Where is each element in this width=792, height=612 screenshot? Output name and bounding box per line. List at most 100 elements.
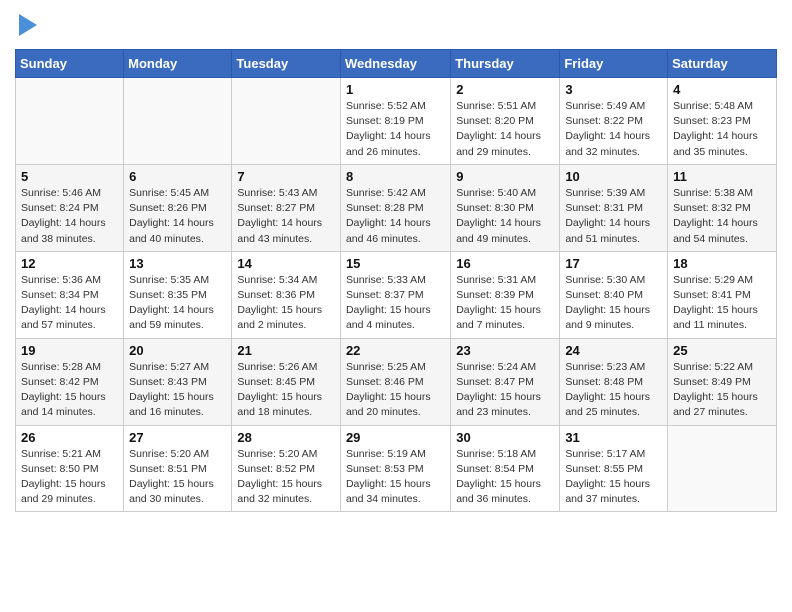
day-info: Sunrise: 5:25 AMSunset: 8:46 PMDaylight:… bbox=[346, 360, 445, 421]
day-info: Sunrise: 5:52 AMSunset: 8:19 PMDaylight:… bbox=[346, 99, 445, 160]
calendar-cell: 29 Sunrise: 5:19 AMSunset: 8:53 PMDayligh… bbox=[340, 425, 450, 512]
day-of-week-header: Wednesday bbox=[340, 50, 450, 78]
day-info: Sunrise: 5:23 AMSunset: 8:48 PMDaylight:… bbox=[565, 360, 662, 421]
calendar-cell: 26 Sunrise: 5:21 AMSunset: 8:50 PMDayligh… bbox=[16, 425, 124, 512]
day-info: Sunrise: 5:26 AMSunset: 8:45 PMDaylight:… bbox=[237, 360, 335, 421]
calendar-cell: 7 Sunrise: 5:43 AMSunset: 8:27 PMDaylight… bbox=[232, 164, 341, 251]
calendar-cell: 15Sunrise: 5:33 AMSunset: 8:37 PMDayligh… bbox=[340, 251, 450, 338]
day-info: Sunrise: 5:30 AMSunset: 8:40 PMDaylight:… bbox=[565, 273, 662, 334]
calendar-cell: 21 Sunrise: 5:26 AMSunset: 8:45 PMDayligh… bbox=[232, 338, 341, 425]
day-info: Sunrise: 5:34 AMSunset: 8:36 PMDaylight:… bbox=[237, 273, 335, 334]
day-number: 22 bbox=[346, 343, 445, 358]
day-number: 9 bbox=[456, 169, 554, 184]
day-number: 8 bbox=[346, 169, 445, 184]
day-info: Sunrise: 5:43 AMSunset: 8:27 PMDaylight:… bbox=[237, 186, 335, 247]
calendar-cell: 1 Sunrise: 5:52 AMSunset: 8:19 PMDaylight… bbox=[340, 78, 450, 165]
calendar-week-row: 5 Sunrise: 5:46 AMSunset: 8:24 PMDaylight… bbox=[16, 164, 777, 251]
day-number: 7 bbox=[237, 169, 335, 184]
day-info: Sunrise: 5:36 AMSunset: 8:34 PMDaylight:… bbox=[21, 273, 118, 334]
day-info: Sunrise: 5:46 AMSunset: 8:24 PMDaylight:… bbox=[21, 186, 118, 247]
day-info: Sunrise: 5:48 AMSunset: 8:23 PMDaylight:… bbox=[673, 99, 771, 160]
day-number: 12 bbox=[21, 256, 118, 271]
day-info: Sunrise: 5:20 AMSunset: 8:51 PMDaylight:… bbox=[129, 447, 226, 508]
calendar-cell: 10 Sunrise: 5:39 AMSunset: 8:31 PMDayligh… bbox=[560, 164, 668, 251]
day-number: 23 bbox=[456, 343, 554, 358]
calendar-header-row: SundayMondayTuesdayWednesdayThursdayFrid… bbox=[16, 50, 777, 78]
day-info: Sunrise: 5:18 AMSunset: 8:54 PMDaylight:… bbox=[456, 447, 554, 508]
day-number: 4 bbox=[673, 82, 771, 97]
day-number: 20 bbox=[129, 343, 226, 358]
day-of-week-header: Sunday bbox=[16, 50, 124, 78]
day-of-week-header: Monday bbox=[124, 50, 232, 78]
calendar-week-row: 1 Sunrise: 5:52 AMSunset: 8:19 PMDaylight… bbox=[16, 78, 777, 165]
calendar-cell: 6 Sunrise: 5:45 AMSunset: 8:26 PMDaylight… bbox=[124, 164, 232, 251]
day-number: 6 bbox=[129, 169, 226, 184]
day-number: 15 bbox=[346, 256, 445, 271]
day-number: 19 bbox=[21, 343, 118, 358]
day-info: Sunrise: 5:40 AMSunset: 8:30 PMDaylight:… bbox=[456, 186, 554, 247]
day-number: 3 bbox=[565, 82, 662, 97]
day-info: Sunrise: 5:17 AMSunset: 8:55 PMDaylight:… bbox=[565, 447, 662, 508]
day-number: 13 bbox=[129, 256, 226, 271]
day-info: Sunrise: 5:45 AMSunset: 8:26 PMDaylight:… bbox=[129, 186, 226, 247]
calendar-cell: 4 Sunrise: 5:48 AMSunset: 8:23 PMDaylight… bbox=[668, 78, 777, 165]
calendar-week-row: 19Sunrise: 5:28 AMSunset: 8:42 PMDayligh… bbox=[16, 338, 777, 425]
page-header bbox=[15, 10, 777, 41]
day-number: 17 bbox=[565, 256, 662, 271]
day-number: 26 bbox=[21, 430, 118, 445]
logo-arrow-icon bbox=[19, 14, 37, 36]
day-number: 30 bbox=[456, 430, 554, 445]
day-info: Sunrise: 5:27 AMSunset: 8:43 PMDaylight:… bbox=[129, 360, 226, 421]
calendar-cell bbox=[668, 425, 777, 512]
day-info: Sunrise: 5:51 AMSunset: 8:20 PMDaylight:… bbox=[456, 99, 554, 160]
day-number: 31 bbox=[565, 430, 662, 445]
calendar-week-row: 26 Sunrise: 5:21 AMSunset: 8:50 PMDayligh… bbox=[16, 425, 777, 512]
day-number: 18 bbox=[673, 256, 771, 271]
calendar-cell: 20 Sunrise: 5:27 AMSunset: 8:43 PMDayligh… bbox=[124, 338, 232, 425]
day-number: 25 bbox=[673, 343, 771, 358]
day-info: Sunrise: 5:49 AMSunset: 8:22 PMDaylight:… bbox=[565, 99, 662, 160]
calendar-cell: 25Sunrise: 5:22 AMSunset: 8:49 PMDayligh… bbox=[668, 338, 777, 425]
day-info: Sunrise: 5:42 AMSunset: 8:28 PMDaylight:… bbox=[346, 186, 445, 247]
day-number: 11 bbox=[673, 169, 771, 184]
calendar-cell: 24 Sunrise: 5:23 AMSunset: 8:48 PMDayligh… bbox=[560, 338, 668, 425]
calendar-cell bbox=[16, 78, 124, 165]
calendar-cell bbox=[232, 78, 341, 165]
calendar-cell: 30 Sunrise: 5:18 AMSunset: 8:54 PMDayligh… bbox=[451, 425, 560, 512]
calendar-cell: 9 Sunrise: 5:40 AMSunset: 8:30 PMDaylight… bbox=[451, 164, 560, 251]
calendar-cell: 12 Sunrise: 5:36 AMSunset: 8:34 PMDayligh… bbox=[16, 251, 124, 338]
day-number: 28 bbox=[237, 430, 335, 445]
calendar-cell: 3 Sunrise: 5:49 AMSunset: 8:22 PMDaylight… bbox=[560, 78, 668, 165]
calendar-table: SundayMondayTuesdayWednesdayThursdayFrid… bbox=[15, 49, 777, 512]
day-number: 24 bbox=[565, 343, 662, 358]
day-number: 21 bbox=[237, 343, 335, 358]
calendar-cell: 5 Sunrise: 5:46 AMSunset: 8:24 PMDaylight… bbox=[16, 164, 124, 251]
calendar-cell: 2 Sunrise: 5:51 AMSunset: 8:20 PMDaylight… bbox=[451, 78, 560, 165]
day-number: 16 bbox=[456, 256, 554, 271]
day-info: Sunrise: 5:31 AMSunset: 8:39 PMDaylight:… bbox=[456, 273, 554, 334]
calendar-cell: 13Sunrise: 5:35 AMSunset: 8:35 PMDayligh… bbox=[124, 251, 232, 338]
calendar-cell: 27Sunrise: 5:20 AMSunset: 8:51 PMDayligh… bbox=[124, 425, 232, 512]
day-info: Sunrise: 5:38 AMSunset: 8:32 PMDaylight:… bbox=[673, 186, 771, 247]
day-number: 10 bbox=[565, 169, 662, 184]
day-of-week-header: Friday bbox=[560, 50, 668, 78]
day-number: 5 bbox=[21, 169, 118, 184]
calendar-cell: 31 Sunrise: 5:17 AMSunset: 8:55 PMDayligh… bbox=[560, 425, 668, 512]
day-of-week-header: Saturday bbox=[668, 50, 777, 78]
day-number: 2 bbox=[456, 82, 554, 97]
day-of-week-header: Tuesday bbox=[232, 50, 341, 78]
day-info: Sunrise: 5:21 AMSunset: 8:50 PMDaylight:… bbox=[21, 447, 118, 508]
day-info: Sunrise: 5:20 AMSunset: 8:52 PMDaylight:… bbox=[237, 447, 335, 508]
day-info: Sunrise: 5:24 AMSunset: 8:47 PMDaylight:… bbox=[456, 360, 554, 421]
calendar-cell: 19Sunrise: 5:28 AMSunset: 8:42 PMDayligh… bbox=[16, 338, 124, 425]
calendar-week-row: 12 Sunrise: 5:36 AMSunset: 8:34 PMDayligh… bbox=[16, 251, 777, 338]
calendar-cell: 22 Sunrise: 5:25 AMSunset: 8:46 PMDayligh… bbox=[340, 338, 450, 425]
day-number: 29 bbox=[346, 430, 445, 445]
calendar-cell: 28 Sunrise: 5:20 AMSunset: 8:52 PMDayligh… bbox=[232, 425, 341, 512]
calendar-cell bbox=[124, 78, 232, 165]
calendar-cell: 23 Sunrise: 5:24 AMSunset: 8:47 PMDayligh… bbox=[451, 338, 560, 425]
day-number: 1 bbox=[346, 82, 445, 97]
day-info: Sunrise: 5:39 AMSunset: 8:31 PMDaylight:… bbox=[565, 186, 662, 247]
calendar-cell: 16 Sunrise: 5:31 AMSunset: 8:39 PMDayligh… bbox=[451, 251, 560, 338]
day-info: Sunrise: 5:19 AMSunset: 8:53 PMDaylight:… bbox=[346, 447, 445, 508]
